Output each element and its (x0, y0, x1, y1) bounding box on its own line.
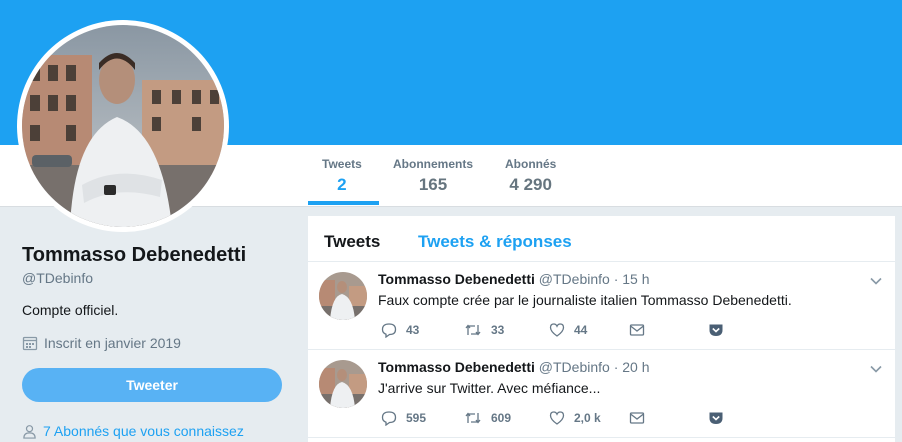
pocket-icon (709, 324, 723, 336)
joined-text: Inscrit en janvier 2019 (44, 335, 181, 351)
tweet-text: J'arrive sur Twitter. Avec méfiance... (378, 380, 601, 396)
like-button[interactable]: 2,0 k (549, 410, 601, 426)
stat-tweets[interactable]: Tweets 2 (322, 157, 362, 195)
stat-tweets-value: 2 (337, 175, 347, 194)
followers-you-know-link[interactable]: 7 Abonnés que vous connaissez (22, 423, 244, 439)
reply-button[interactable]: 43 (381, 322, 419, 338)
person-icon (23, 424, 36, 439)
stat-followers-value: 4 290 (509, 175, 552, 194)
tab-tweets[interactable]: Tweets (324, 232, 380, 252)
like-count: 2,0 k (574, 411, 601, 425)
heart-icon (549, 411, 565, 425)
stat-following[interactable]: Abonnements 165 (393, 157, 473, 195)
stat-following-label: Abonnements (393, 157, 474, 171)
stat-followers-label: Abonnés (505, 157, 557, 171)
tweet-actions: 595 609 2,0 k (378, 410, 798, 428)
direct-message-button[interactable] (629, 322, 645, 338)
like-count: 44 (574, 323, 588, 337)
like-button[interactable]: 44 (549, 322, 587, 338)
calendar-icon (22, 336, 38, 351)
retweet-icon (465, 412, 481, 424)
active-tab-indicator (308, 201, 379, 205)
profile-avatar[interactable] (17, 20, 229, 232)
timeline: Tweets Tweets & réponses Tommasso Debene… (308, 216, 895, 442)
followers-you-know-text: 7 Abonnés que vous connaissez (43, 423, 244, 439)
tweet-author-handle[interactable]: @TDebinfo (539, 359, 610, 375)
retweet-count: 609 (491, 411, 512, 425)
tweet-author-name[interactable]: Tommasso Debenedetti (378, 359, 535, 375)
profile-handle[interactable]: @TDebinfo (22, 270, 93, 286)
stat-tweets-label: Tweets (322, 157, 362, 171)
tab-tweets-and-replies[interactable]: Tweets & réponses (418, 232, 572, 252)
tweet-time[interactable]: · 15 h (614, 271, 650, 287)
save-to-pocket-button[interactable] (708, 322, 724, 338)
retweet-icon (465, 324, 481, 336)
tweet-author-name[interactable]: Tommasso Debenedetti (378, 271, 535, 287)
tweet-button[interactable]: Tweeter (22, 368, 282, 402)
reply-icon (381, 411, 397, 426)
stat-following-value: 165 (418, 175, 448, 194)
tweet-avatar[interactable] (319, 360, 367, 408)
chevron-down-icon[interactable] (869, 274, 883, 288)
tweet-avatar[interactable] (319, 272, 367, 320)
direct-message-button[interactable] (629, 410, 645, 426)
tweet-actions: 43 33 44 (378, 322, 798, 340)
tweet-text: Faux compte crée par le journaliste ital… (378, 292, 792, 308)
retweet-button[interactable]: 609 (464, 410, 511, 426)
pocket-icon (709, 412, 723, 424)
tweet-header: Tommasso Debenedetti @TDebinfo · 15 h (378, 271, 650, 287)
tweet-header: Tommasso Debenedetti @TDebinfo · 20 h (378, 359, 650, 375)
envelope-icon (629, 412, 645, 424)
reply-button[interactable]: 595 (381, 410, 426, 426)
heart-icon (549, 323, 565, 337)
profile-bio: Compte officiel. (22, 302, 119, 318)
tweet-author-handle[interactable]: @TDebinfo (539, 271, 610, 287)
timeline-tabs: Tweets Tweets & réponses (308, 216, 895, 262)
avatar-photo (22, 25, 224, 227)
retweet-button[interactable]: 33 (464, 322, 504, 338)
reply-icon (381, 323, 397, 338)
tweet-item[interactable]: Tommasso Debenedetti @TDebinfo · 20 h J'… (308, 350, 895, 438)
tweet-time[interactable]: · 20 h (614, 359, 650, 375)
chevron-down-icon[interactable] (869, 362, 883, 376)
retweet-count: 33 (491, 323, 505, 337)
profile-joined: Inscrit en janvier 2019 (22, 335, 181, 351)
envelope-icon (629, 324, 645, 336)
profile-name: Tommasso Debenedetti (22, 244, 247, 266)
save-to-pocket-button[interactable] (708, 410, 724, 426)
reply-count: 43 (406, 323, 420, 337)
reply-count: 595 (406, 411, 427, 425)
tweet-item[interactable]: Tommasso Debenedetti @TDebinfo · 15 h Fa… (308, 262, 895, 350)
stat-followers[interactable]: Abonnés 4 290 (505, 157, 556, 195)
